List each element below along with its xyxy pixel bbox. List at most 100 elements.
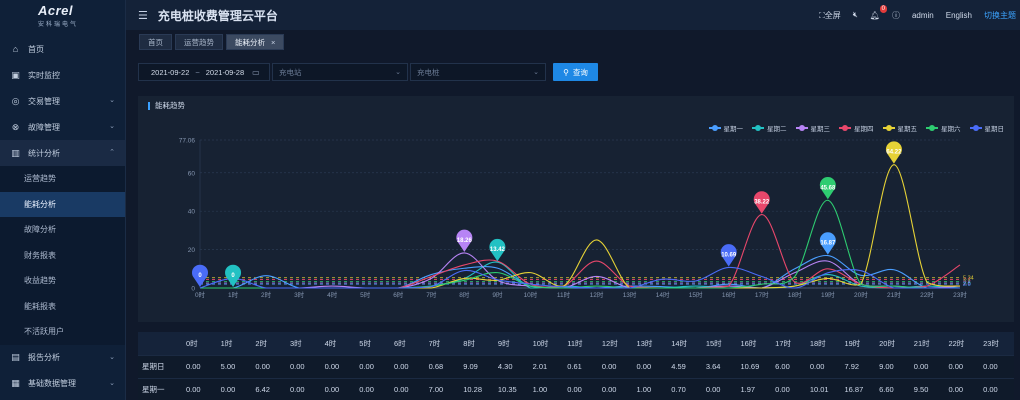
x-tick-label: 7时 <box>426 290 437 299</box>
table-cell: 0.00 <box>216 377 252 400</box>
table-row: 星期日 0.00 5.00 0.00 0.00 0.00 0.00 0.00 0.68 9.09 4… <box>138 354 1014 378</box>
table-cell: 6.00 <box>771 354 806 378</box>
chevron-down-icon: ⌄ <box>109 379 115 387</box>
monitor-icon: ▣ <box>11 69 20 80</box>
table-cell: 星期一 <box>138 377 182 400</box>
table-cell: 1.00 <box>632 377 668 400</box>
table-cell: 1.00 <box>528 377 564 400</box>
sidebar-subitem-finance-report[interactable]: 财务报表 <box>0 242 125 268</box>
mute-icon[interactable]: 🔇︎ <box>853 10 858 20</box>
sidebar: Acrel 安科瑞电气 ⌂ 首页 ▣ 实时监控 ◎ 交易管理 ⌄ ⊗ 故障管理 … <box>0 0 126 400</box>
tab-energy-analysis[interactable]: 能耗分析 × <box>226 34 285 50</box>
table-header-cell: 16时 <box>736 332 772 355</box>
sidebar-subitem-energy-analysis[interactable]: 能耗分析 <box>0 191 125 217</box>
table-cell: 0.00 <box>597 377 633 400</box>
table-cell: 0.00 <box>285 354 321 378</box>
filter-bar: 2021-09-22 ~ 2021-09-28 ▭ 充电站 ⌄ 充电桩 ⌄ ⚲ … <box>138 63 598 81</box>
table-header-cell: 8时 <box>459 332 494 355</box>
x-tick-label: 17时 <box>755 290 769 299</box>
close-icon[interactable]: × <box>271 38 275 47</box>
query-button[interactable]: ⚲ 查询 <box>553 63 598 81</box>
menu-toggle-icon[interactable]: ☰ <box>138 9 148 22</box>
notification-badge: 0 <box>879 4 887 13</box>
table-cell: 16.87 <box>840 377 876 400</box>
sidebar-subitem-inactive-users[interactable]: 不活跃用户 <box>0 319 125 345</box>
table-cell: 10.01 <box>805 377 841 400</box>
table-header-cell: 9时 <box>493 332 529 355</box>
sidebar-item-trade[interactable]: ◎ 交易管理 ⌄ <box>0 88 125 114</box>
pile-placeholder: 充电桩 <box>417 67 440 77</box>
table-cell: 0.00 <box>355 354 390 378</box>
x-tick-label: 11时 <box>557 290 571 299</box>
topbar: ☰ 充电桩收费管理云平台 ⛶全屏 🔇︎ 🔔︎ 0 ⓘ admin English … <box>126 0 1020 30</box>
fullscreen-label: 全屏 <box>824 10 841 20</box>
table-header-cell: 14时 <box>667 332 702 355</box>
x-tick-label: 21时 <box>887 290 901 299</box>
sidebar-subitem-revenue-trend[interactable]: 收益趋势 <box>0 268 125 294</box>
x-tick-label: 15时 <box>689 290 703 299</box>
table-cell: 0.00 <box>944 377 980 400</box>
help-icon[interactable]: ⓘ <box>892 10 900 21</box>
home-icon: ⌂ <box>12 44 19 54</box>
table-cell: 0.00 <box>182 377 217 400</box>
x-tick-label: 1时 <box>228 290 239 299</box>
energy-trend-chart: 77.0660402000时 1时 2时 3时 4时 5时 6时 7时 8时 9时 10时 11时 12… <box>179 138 974 300</box>
y-tick-label: 40 <box>188 209 196 216</box>
user-name[interactable]: admin <box>912 11 934 20</box>
tab-home[interactable]: 首页 <box>139 34 172 50</box>
fullscreen-button[interactable]: ⛶全屏 <box>819 10 841 21</box>
table-header-row: 0时 1时 2时 3时 4时 5时 6时 7时 8时 9时 10时 11时 12时 13时 14时 15时 16… <box>138 332 1014 355</box>
sidebar-item-fault[interactable]: ⊗ 故障管理 ⌄ <box>0 114 125 140</box>
table-header-cell <box>138 332 182 355</box>
notification-button[interactable]: 🔔︎ 0 <box>870 4 887 20</box>
y-tick-label: 60 <box>188 170 196 177</box>
table-cell: 0.00 <box>632 354 668 378</box>
tab-operation-trend[interactable]: 运营趋势 <box>175 34 223 50</box>
station-placeholder: 充电站 <box>279 67 302 77</box>
x-tick-label: 5时 <box>360 290 371 299</box>
x-tick-label: 23时 <box>953 290 967 299</box>
table-header-cell: 1时 <box>216 332 252 355</box>
sidebar-subitem-fault-analysis[interactable]: 故障分析 <box>0 217 125 243</box>
sidebar-item-label: 故障管理 <box>28 122 60 132</box>
sidebar-item-database[interactable]: ▦ 基础数据管理 ⌄ <box>0 371 125 397</box>
station-select[interactable]: 充电站 ⌄ <box>272 63 408 81</box>
table-header-cell: 20时 <box>875 332 910 355</box>
language-switch[interactable]: English <box>946 11 972 20</box>
table-cell: 1.97 <box>736 377 772 400</box>
table-header-cell: 6时 <box>389 332 425 355</box>
marker-label: 64.22 <box>886 150 902 156</box>
table-cell: 6.42 <box>251 377 286 400</box>
table-cell: 0.68 <box>424 354 460 378</box>
sidebar-subitem-energy-report[interactable]: 能耗报表 <box>0 293 125 319</box>
table-cell: 2.01 <box>528 354 564 378</box>
database-icon: ▦ <box>11 378 20 388</box>
pile-select[interactable]: 充电桩 ⌄ <box>410 63 546 81</box>
marker-label: 45.68 <box>820 185 836 191</box>
theme-switch-link[interactable]: 切换主题 <box>984 10 1016 21</box>
date-start: 2021-09-22 <box>151 67 190 77</box>
report-icon: ▤ <box>11 352 20 362</box>
table-cell: 10.35 <box>493 377 529 400</box>
x-tick-label: 8时 <box>459 290 470 299</box>
sidebar-subitem-operation-trend[interactable]: 运营趋势 <box>0 166 125 192</box>
sidebar-item-monitor[interactable]: ▣ 实时监控 <box>0 62 125 88</box>
table-header-cell: 19时 <box>840 332 876 355</box>
sidebar-item-home[interactable]: ⌂ 首页 <box>0 36 125 62</box>
sidebar-item-label: 交易管理 <box>28 96 60 106</box>
sidebar-item-stats[interactable]: ▥ 统计分析 ⌃ <box>0 140 125 166</box>
x-tick-label: 18时 <box>788 290 802 299</box>
logo-brand: Acrel <box>38 3 74 18</box>
table-cell: 4.30 <box>493 354 529 378</box>
table-cell: 星期日 <box>138 354 182 378</box>
sidebar-item-label: 报告分析 <box>28 353 60 362</box>
sidebar-item-label: 首页 <box>28 44 44 54</box>
data-table: 0时 1时 2时 3时 4时 5时 6时 7时 8时 9时 10时 11时 12时 13时 14时 15时 16… <box>138 332 1014 400</box>
sidebar-item-report[interactable]: ▤ 报告分析 ⌄ <box>0 345 125 371</box>
table-cell: 0.00 <box>597 354 633 378</box>
table-header-cell: 4时 <box>320 332 356 355</box>
date-range-picker[interactable]: 2021-09-22 ~ 2021-09-28 ▭ <box>138 63 270 81</box>
table-cell: 0.00 <box>355 377 390 400</box>
app-title: 充电桩收费管理云平台 <box>157 8 278 23</box>
table-header-cell: 12时 <box>597 332 633 355</box>
